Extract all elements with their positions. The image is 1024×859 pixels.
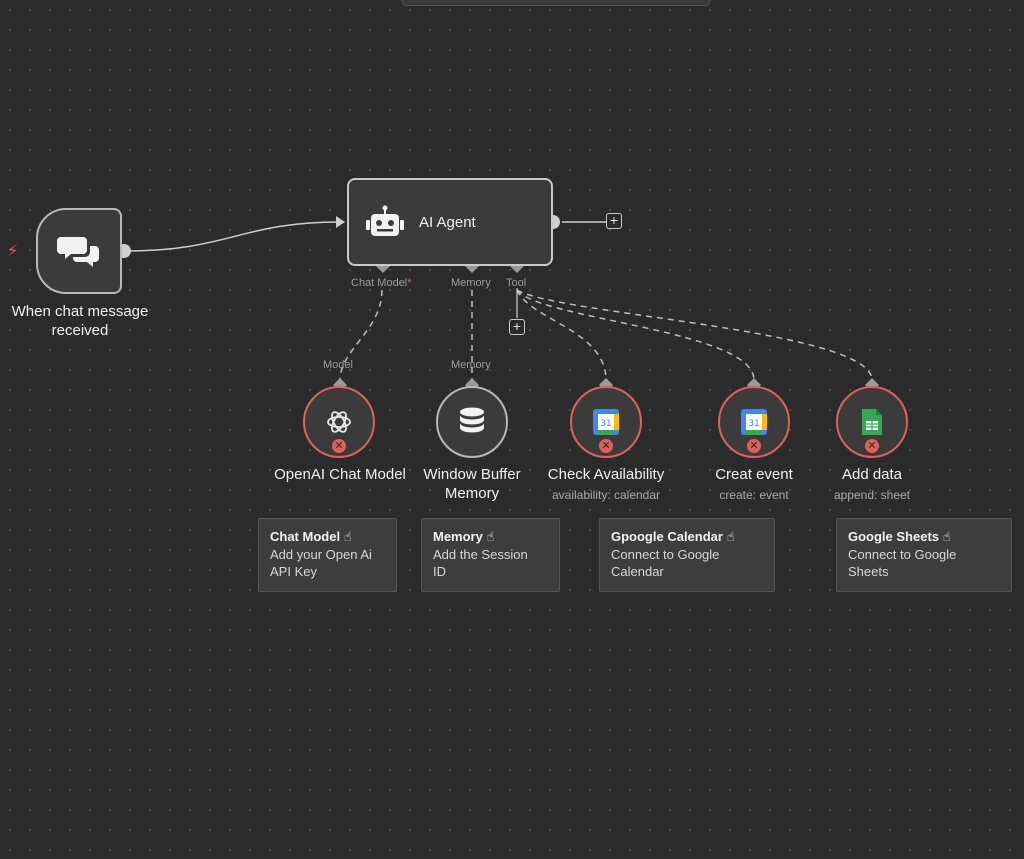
ai-agent-node[interactable]: AI Agent bbox=[347, 178, 553, 266]
note-line: Add the Session bbox=[433, 546, 528, 562]
note-line: Connect to Google bbox=[611, 546, 720, 562]
creat-event-node[interactable]: 31 ✕ bbox=[718, 386, 790, 458]
note-line: API Key bbox=[270, 564, 317, 579]
note-title: Google Sheets ☝ bbox=[848, 529, 951, 544]
google-calendar-icon: 31 bbox=[741, 409, 767, 435]
add-tool-button[interactable]: + bbox=[509, 319, 525, 335]
sticky-note-google-sheets[interactable]: Google Sheets ☝ Connect to Google Sheets bbox=[836, 518, 1012, 592]
sticky-note-memory[interactable]: Memory ☝ Add the Session ID bbox=[421, 518, 560, 592]
google-sheets-icon bbox=[862, 409, 882, 435]
note-line: Add your Open Ai bbox=[270, 546, 372, 562]
trigger-node[interactable] bbox=[36, 208, 122, 294]
port-label-memory: Memory bbox=[451, 277, 491, 289]
node-label-creat-event: Creat event bbox=[715, 466, 793, 483]
error-icon: ✕ bbox=[747, 439, 761, 453]
sticky-note-google-calendar[interactable]: Gpoogle Calendar ☝ Connect to Google Cal… bbox=[599, 518, 775, 592]
node-label-add-data: Add data bbox=[841, 466, 903, 483]
trigger-bolt-icon: ⚡ bbox=[7, 243, 19, 260]
trigger-label: When chat message received bbox=[11, 303, 149, 339]
window-buffer-memory-node[interactable] bbox=[436, 386, 508, 458]
robot-icon bbox=[366, 205, 404, 236]
error-icon: ✕ bbox=[865, 439, 879, 453]
port-label-tool: Tool bbox=[506, 277, 527, 289]
svg-text:31: 31 bbox=[748, 419, 759, 429]
node-sub-add-data: append: sheet bbox=[833, 488, 911, 502]
port-label-chat-model: Chat Model* bbox=[351, 277, 412, 289]
google-calendar-icon: 31 bbox=[593, 409, 619, 435]
sub-port-label-model: Model bbox=[323, 359, 353, 371]
openai-chat-model-node[interactable]: ✕ bbox=[303, 386, 375, 458]
check-availability-node[interactable]: 31 ✕ bbox=[570, 386, 642, 458]
note-line: Connect to Google bbox=[848, 546, 957, 562]
note-title: Chat Model ☝ bbox=[270, 529, 352, 544]
agent-add-output-button[interactable]: + bbox=[606, 213, 622, 229]
node-sub-creat-event: create: event bbox=[719, 488, 789, 502]
node-label-check-availability: Check Availability bbox=[547, 466, 665, 483]
error-icon: ✕ bbox=[332, 439, 346, 453]
add-data-node[interactable]: ✕ bbox=[836, 386, 908, 458]
error-icon: ✕ bbox=[599, 439, 613, 453]
database-icon bbox=[460, 407, 484, 433]
note-line: Sheets bbox=[848, 564, 889, 579]
node-label-memory: Window Buffer Memory bbox=[423, 466, 521, 502]
chat-bubbles-icon bbox=[57, 237, 99, 267]
agent-title: AI Agent bbox=[419, 213, 476, 231]
node-sub-check-availability: availability: calendar bbox=[551, 488, 661, 502]
openai-icon bbox=[327, 411, 351, 433]
node-label-openai: OpenAI Chat Model bbox=[274, 466, 406, 483]
note-title: Gpoogle Calendar ☝ bbox=[611, 529, 735, 544]
note-title: Memory ☝ bbox=[433, 529, 495, 544]
note-line: Calendar bbox=[611, 564, 664, 579]
sticky-note-chat-model[interactable]: Chat Model ☝ Add your Open Ai API Key bbox=[258, 518, 397, 592]
sub-port-label-memory: Memory bbox=[451, 359, 491, 371]
note-line: ID bbox=[433, 564, 446, 579]
svg-text:31: 31 bbox=[600, 419, 611, 429]
